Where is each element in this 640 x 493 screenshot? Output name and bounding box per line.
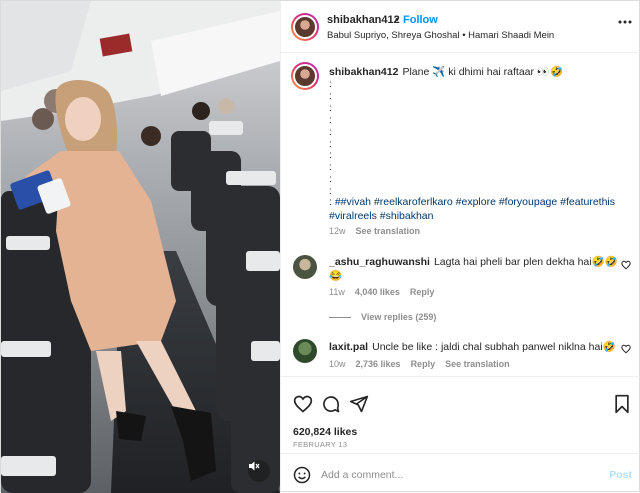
post-date: FEBRUARY 13 [293,440,348,449]
caption-author-avatar[interactable] [291,62,319,90]
instagram-post-window: shibakhan412 • Follow Babul Supriyo, Shr… [0,0,640,493]
comment-body: _ashu_raghuwanshi Lagta hai pheli bar ple… [329,255,619,283]
caption: shibakhan412 Plane ✈️ ki dhimi hai raftaa… [329,66,629,79]
caption-meta: 12w See translation [329,226,430,236]
bookmark-icon[interactable] [612,394,632,414]
author-username[interactable]: shibakhan412 [327,14,400,26]
caption-hashtags[interactable]: : ##vivah #reelkaroferlkaro #explore #fo… [329,196,629,223]
caption-username[interactable]: shibakhan412 [329,66,398,78]
header-separator: • [395,14,399,26]
replies-divider [329,316,351,318]
likes-count[interactable]: 620,824 likes [293,426,357,438]
comment-meta: 11w 4,040 likes Reply [329,287,444,297]
commenter-avatar[interactable] [293,339,317,363]
post-video[interactable] [1,1,280,493]
caption-age: 12w [329,226,346,236]
view-replies-label: View replies (259) [361,312,437,322]
mute-button[interactable] [248,460,270,482]
comment-see-translation[interactable]: See translation [445,359,510,369]
comment-likes[interactable]: 2,736 likes [356,359,401,369]
add-comment-bar: Post [281,453,640,493]
comment-age: 11w [329,287,345,297]
comment-text: Uncle be like : jaldi chal subhah panwel… [372,341,616,353]
comment-reply-button[interactable]: Reply [411,359,436,369]
post-comment-button[interactable]: Post [609,469,632,481]
post-actions: 620,824 likes FEBRUARY 13 [281,376,640,450]
author-avatar[interactable] [291,13,319,41]
comment-username[interactable]: _ashu_raghuwanshi [329,256,430,268]
caption-see-translation[interactable]: See translation [356,226,421,236]
post-details-panel: shibakhan412 • Follow Babul Supriyo, Shr… [280,1,640,493]
comment-username[interactable]: laxit.pal [329,341,368,353]
video-frame [1,1,280,493]
comments-section[interactable]: shibakhan412 Plane ✈️ ki dhimi hai raftaa… [281,54,640,376]
audio-track-link[interactable]: Babul Supriyo, Shreya Ghoshal • Hamari S… [327,30,554,41]
comment-body: laxit.pal Uncle be like : jaldi chal subh… [329,340,619,354]
comment-reply-button[interactable]: Reply [410,287,435,297]
comment-meta: 10w 2,736 likes Reply See translation [329,359,520,369]
follow-button[interactable]: Follow [403,14,438,26]
comment-like-heart-icon[interactable] [621,344,631,354]
comment-input[interactable] [321,465,591,485]
view-replies-button[interactable]: View replies (259) [329,312,436,322]
comment-like-heart-icon[interactable] [621,260,631,270]
heart-icon[interactable] [293,394,313,414]
post-header: shibakhan412 • Follow Babul Supriyo, Shr… [281,1,640,53]
commenter-avatar[interactable] [293,255,317,279]
more-horizontal-icon[interactable] [618,11,632,27]
caption-text: Plane ✈️ ki dhimi hai raftaar 👀🤣 [402,66,564,78]
comment-icon[interactable] [321,394,341,414]
caption-filler-lines: : : : : : : : : : : [329,79,332,198]
send-icon[interactable] [349,394,369,414]
emoji-icon[interactable] [293,466,311,484]
comment-age: 10w [329,359,346,369]
comment-likes[interactable]: 4,040 likes [355,287,400,297]
